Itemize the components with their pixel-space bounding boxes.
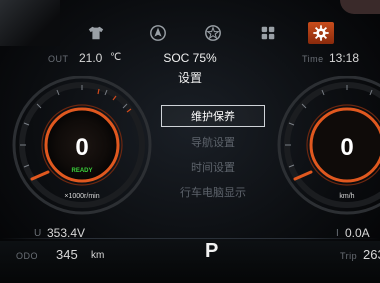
speedometer-gauge: 0 km/h xyxy=(277,76,380,215)
trip-label: Trip xyxy=(340,251,358,261)
power-value: 0 xyxy=(75,134,88,161)
ready-indicator: READY xyxy=(71,168,92,174)
menu-item-trip-computer-display[interactable]: 行车电脑显示 xyxy=(161,182,265,204)
odometer-label: ODO xyxy=(16,251,39,261)
tab-driving[interactable] xyxy=(200,22,226,44)
tab-vehicle[interactable] xyxy=(83,22,109,44)
tab-apps[interactable] xyxy=(255,22,281,44)
navigation-icon xyxy=(150,25,166,41)
trip-value: 263 xyxy=(363,247,380,262)
odometer-unit: km xyxy=(91,250,105,261)
tab-navigation[interactable] xyxy=(145,22,171,44)
menu-item-navigation-settings[interactable]: 导航设置 xyxy=(161,132,265,154)
menu-item-maintenance[interactable]: 维护保养 xyxy=(161,105,265,127)
speed-unit: km/h xyxy=(339,193,354,200)
clock-time: 13:18 xyxy=(329,51,360,65)
gear-indicator: P xyxy=(205,240,219,262)
odometer-value: 345 xyxy=(56,247,78,262)
top-bar xyxy=(0,0,380,46)
speed-value: 0 xyxy=(340,134,353,161)
steering-wheel-icon xyxy=(205,25,221,41)
top-right-bezel xyxy=(340,0,380,14)
power-gauge: 0 READY ×1000r/min xyxy=(12,76,152,215)
bottom-divider xyxy=(0,238,380,239)
settings-gear-icon xyxy=(313,25,329,41)
menu-item-time-settings[interactable]: 时间设置 xyxy=(161,157,265,179)
power-unit: ×1000r/min xyxy=(64,193,99,200)
tab-settings[interactable] xyxy=(308,22,334,44)
shirt-icon xyxy=(88,26,104,40)
instrument-cluster-screen: OUT 21.0 ℃ SOC 75% Time 13:18 设置 维护保养 导航… xyxy=(0,0,380,283)
time-label: Time xyxy=(302,54,324,64)
apps-grid-icon xyxy=(261,26,275,40)
top-left-bezel xyxy=(0,0,60,46)
power-needle xyxy=(30,170,50,181)
